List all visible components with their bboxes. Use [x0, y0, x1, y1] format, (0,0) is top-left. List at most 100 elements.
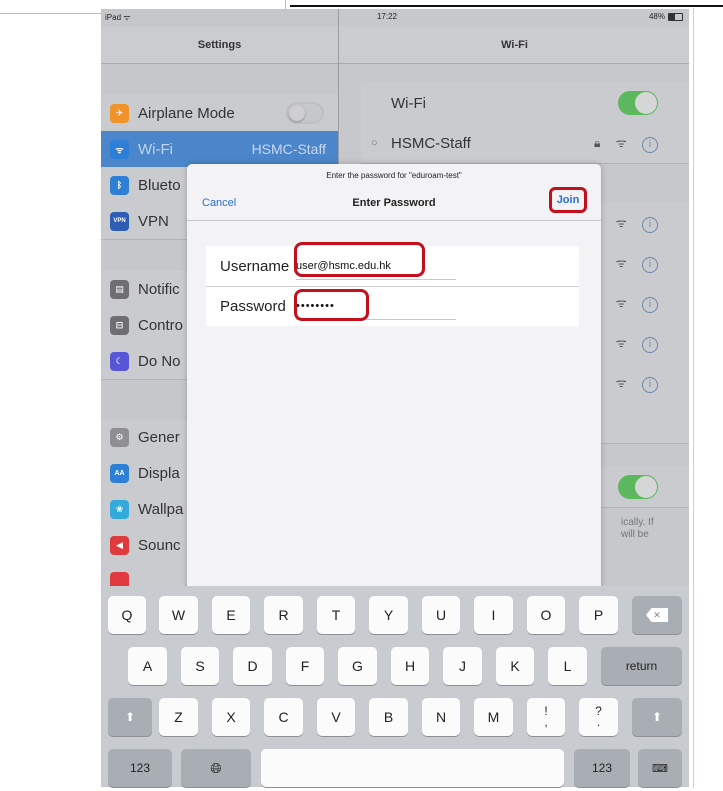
- battery-indicator: 48%: [649, 12, 683, 21]
- wifi-signal-icon: ᯤ: [615, 335, 633, 350]
- lock-icon: 🔒︎: [593, 135, 607, 150]
- airplane-mode-toggle[interactable]: [286, 102, 324, 124]
- key-z[interactable]: Z: [159, 698, 198, 736]
- info-icon[interactable]: i: [642, 256, 658, 273]
- key-question-period[interactable]: ? .: [579, 698, 618, 736]
- wifi-toggle-row: Wi-Fi: [361, 83, 689, 124]
- info-icon[interactable]: i: [642, 336, 658, 353]
- shift-icon: ⬆: [124, 710, 136, 724]
- wifi-signal-icon: ᯤ: [615, 295, 633, 310]
- settings-item-wifi[interactable]: ᯤ Wi-Fi HSMC-Staff: [101, 131, 338, 168]
- checkmark-icon: ○: [371, 137, 378, 149]
- document-frame-line: [693, 8, 694, 788]
- info-icon[interactable]: i: [642, 376, 658, 393]
- key-a[interactable]: A: [128, 647, 167, 685]
- numbers-key-left[interactable]: 123: [108, 749, 172, 787]
- key-y[interactable]: Y: [369, 596, 408, 634]
- key-d[interactable]: D: [233, 647, 272, 685]
- cancel-button[interactable]: Cancel: [202, 197, 236, 209]
- settings-item-label: Contro: [138, 316, 184, 334]
- clock: 17:22: [376, 12, 398, 21]
- numbers-key-right[interactable]: 123: [574, 749, 630, 787]
- network-name: HSMC-Staff: [391, 134, 471, 152]
- settings-item-label: VPN: [138, 212, 169, 230]
- key-v[interactable]: V: [317, 698, 355, 736]
- info-icon[interactable]: i: [642, 216, 658, 233]
- key-k[interactable]: K: [496, 647, 534, 685]
- settings-item-airplane-mode[interactable]: ✈ Airplane Mode: [101, 95, 338, 132]
- return-key[interactable]: return: [601, 647, 682, 685]
- gear-icon: ⚙: [110, 427, 129, 447]
- status-bar: iPad ᯤ 17:22 48%: [101, 9, 689, 27]
- settings-item-value: HSMC-Staff: [251, 141, 326, 157]
- wifi-signal-icon: ᯤ: [615, 255, 633, 270]
- globe-icon: 🌐︎: [210, 759, 222, 776]
- info-icon[interactable]: i: [642, 136, 658, 153]
- join-button-label: Join: [556, 194, 580, 206]
- ask-to-join-toggle[interactable]: [618, 475, 658, 499]
- moon-icon: ☾: [110, 351, 129, 371]
- wifi-signal-icon: ᯤ: [615, 135, 633, 150]
- shift-key-left[interactable]: ⬆: [108, 698, 152, 736]
- settings-item-label: Notific: [138, 280, 180, 298]
- globe-key[interactable]: 🌐︎: [181, 749, 251, 787]
- wifi-label: Wi-Fi: [391, 94, 426, 112]
- key-s[interactable]: S: [181, 647, 219, 685]
- backspace-key[interactable]: ✕: [632, 596, 682, 634]
- join-button[interactable]: Join: [549, 187, 587, 213]
- wifi-network-connected[interactable]: ○ HSMC-Staff 🔒︎ ᯤ i: [361, 123, 689, 164]
- wifi-title: Wi-Fi: [339, 27, 689, 64]
- key-r[interactable]: R: [264, 596, 303, 634]
- key-l[interactable]: L: [548, 647, 587, 685]
- document-top-rule: [290, 5, 723, 7]
- key-g[interactable]: G: [338, 647, 377, 685]
- dialog-divider: [187, 220, 601, 221]
- notifications-icon: ▤: [110, 279, 129, 299]
- key-u[interactable]: U: [422, 596, 460, 634]
- key-w[interactable]: W: [159, 596, 198, 634]
- space-key[interactable]: [261, 749, 564, 787]
- key-exclaim-comma[interactable]: ! ,: [527, 698, 565, 736]
- onscreen-keyboard: Q W E R T Y U I O P ✕ A S D F G H J K L …: [101, 586, 689, 787]
- settings-item-label: Wi-Fi: [138, 140, 173, 158]
- key-f[interactable]: F: [286, 647, 324, 685]
- key-p[interactable]: P: [579, 596, 618, 634]
- wifi-signal-icon: ᯤ: [615, 215, 633, 230]
- settings-item-label: Blueto: [138, 176, 181, 194]
- username-label: Username: [220, 257, 290, 275]
- network-status-icons: 🔒︎ ᯤ i: [594, 134, 658, 153]
- key-x[interactable]: X: [212, 698, 250, 736]
- password-highlight: [294, 289, 369, 321]
- password-dialog: Enter the password for "eduroam-test" En…: [187, 164, 601, 600]
- settings-item-label: Sounc: [138, 536, 181, 554]
- key-c[interactable]: C: [264, 698, 303, 736]
- display-icon: AA: [110, 463, 129, 483]
- dismiss-keyboard-key[interactable]: ⌨: [638, 749, 682, 787]
- sound-icon: ◀: [110, 535, 129, 555]
- key-t[interactable]: T: [317, 596, 355, 634]
- delete-icon: ✕: [646, 608, 668, 622]
- key-o[interactable]: O: [527, 596, 565, 634]
- key-i[interactable]: I: [474, 596, 513, 634]
- key-n[interactable]: N: [422, 698, 460, 736]
- control-center-icon: ⊟: [110, 315, 129, 335]
- shift-key-right[interactable]: ⬆: [632, 698, 682, 736]
- info-icon[interactable]: i: [642, 296, 658, 313]
- wifi-toggle[interactable]: [618, 91, 658, 115]
- settings-item-label: Airplane Mode: [138, 104, 235, 122]
- dialog-prompt: Enter the password for "eduroam-test": [326, 171, 462, 180]
- key-h[interactable]: H: [391, 647, 429, 685]
- wifi-signal-icon: ᯤ: [615, 375, 633, 390]
- key-m[interactable]: M: [474, 698, 513, 736]
- key-q[interactable]: Q: [108, 596, 146, 634]
- battery-icon: [668, 12, 683, 21]
- key-e[interactable]: E: [212, 596, 250, 634]
- battery-percent: 48%: [648, 12, 665, 21]
- username-underline: [296, 279, 456, 280]
- key-j[interactable]: J: [443, 647, 482, 685]
- key-b[interactable]: B: [369, 698, 408, 736]
- settings-item-label: Wallpa: [138, 500, 184, 518]
- shift-icon: ⬆: [651, 710, 663, 724]
- wallpaper-icon: ❀: [110, 499, 129, 519]
- settings-title: Settings: [101, 27, 338, 64]
